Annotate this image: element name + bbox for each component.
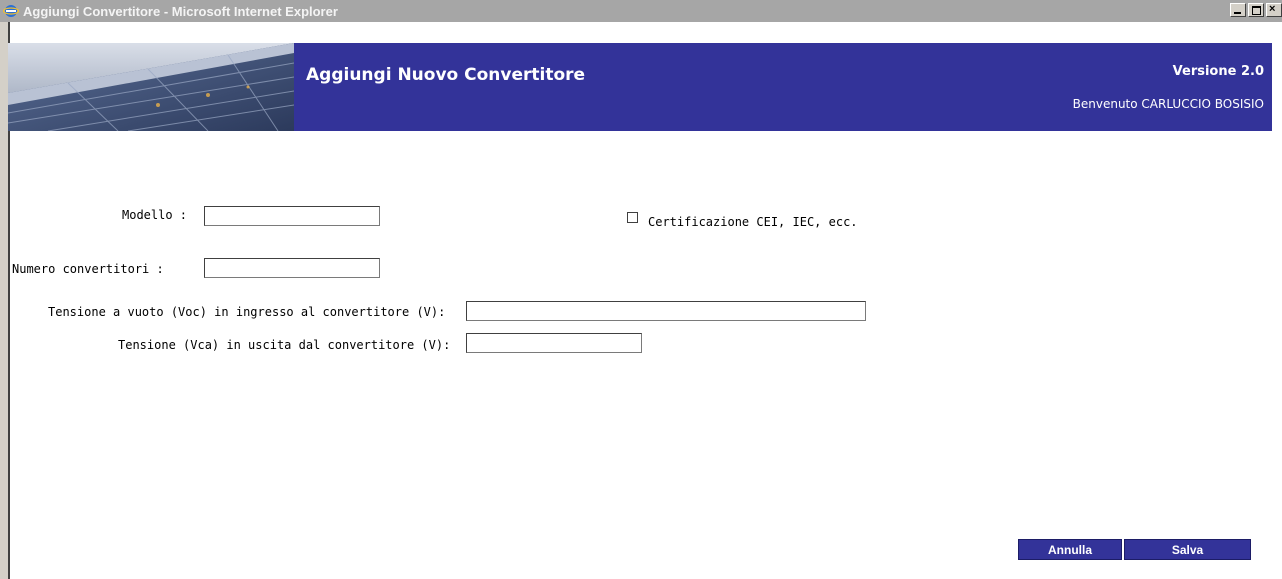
window-title: Aggiungi Convertitore - Microsoft Intern… [23, 3, 338, 19]
tensione-voc-input[interactable] [466, 301, 866, 321]
certificazione-label: Certificazione CEI, IEC, ecc. [648, 215, 858, 229]
modello-label: Modello : [122, 208, 188, 222]
window-controls: × [1230, 3, 1282, 17]
internet-explorer-icon [2, 3, 20, 19]
minimize-button[interactable] [1230, 3, 1246, 17]
tensione-voc-label: Tensione a vuoto (Voc) in ingresso al co… [48, 305, 446, 319]
close-icon: × [1269, 3, 1276, 15]
version-label: Versione 2.0 [1172, 64, 1264, 79]
minimize-icon [1234, 12, 1241, 14]
page-header-banner: Aggiungi Nuovo Convertitore Versione 2.0… [8, 43, 1272, 131]
tensione-vca-label: Tensione (Vca) in uscita dal convertitor… [118, 338, 451, 352]
window-titlebar: Aggiungi Convertitore - Microsoft Intern… [0, 0, 1282, 22]
tensione-vca-input[interactable] [466, 333, 642, 353]
certificazione-checkbox[interactable] [627, 212, 638, 223]
salva-button[interactable]: Salva [1124, 539, 1251, 560]
solar-panels-image [8, 43, 294, 131]
modello-input[interactable] [204, 206, 380, 226]
numero-convertitori-label: Numero convertitori : [12, 262, 164, 276]
maximize-button[interactable] [1248, 3, 1264, 17]
page-title: Aggiungi Nuovo Convertitore [306, 65, 586, 85]
numero-convertitori-input[interactable] [204, 258, 380, 278]
welcome-message: Benvenuto CARLUCCIO BOSISIO [1072, 97, 1264, 111]
annulla-button[interactable]: Annulla [1018, 539, 1122, 560]
maximize-icon [1252, 6, 1261, 15]
close-button[interactable]: × [1266, 3, 1282, 17]
